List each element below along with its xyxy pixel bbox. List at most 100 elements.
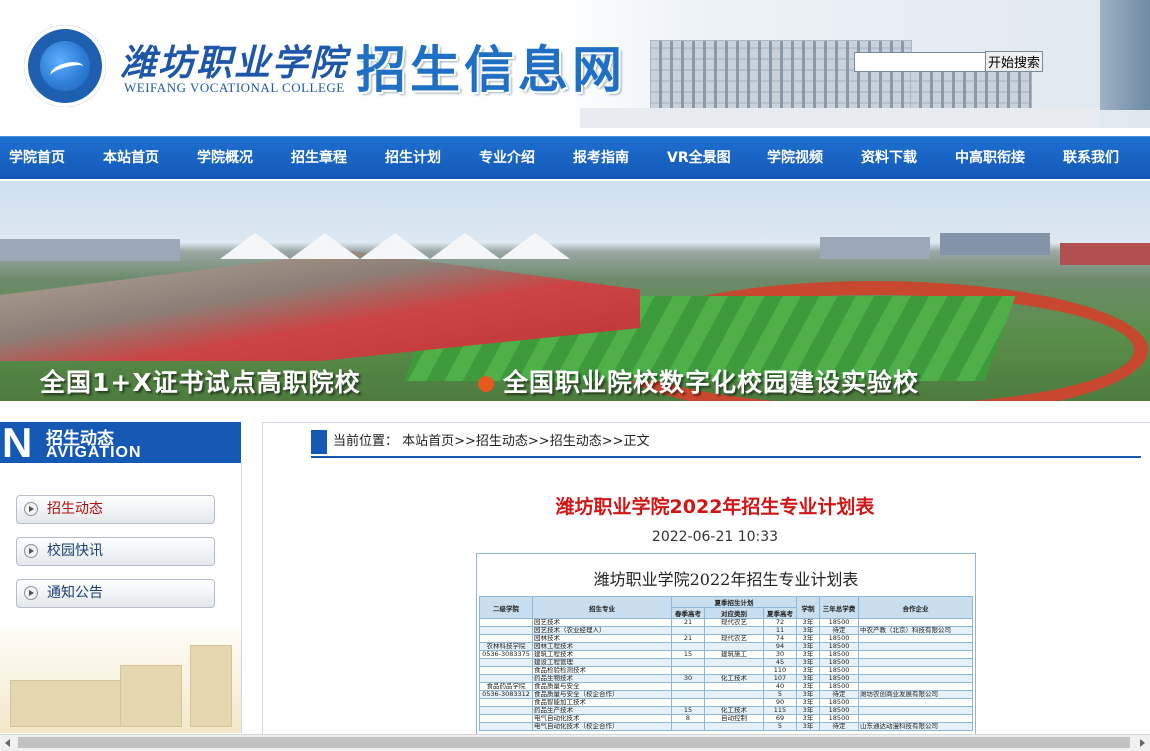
table-row: 药品生产技术 15 化工技术 115 3年 18500 (479, 706, 973, 715)
header-tower-image (1100, 0, 1150, 110)
table-cell (858, 698, 973, 707)
plan-table-image: 潍坊职业学院2022年招生专业计划表 二级学院 招生专业 夏季招生计划 学制 三… (476, 553, 976, 735)
table-cell: 建筑施工 (704, 650, 764, 659)
table-row: 药品生物技术 30 化工技术 107 3年 18500 (479, 674, 973, 683)
table-cell (671, 642, 705, 651)
table-cell (704, 690, 764, 699)
table-cell (858, 666, 973, 675)
nav-video[interactable]: 学院视频 (767, 137, 823, 179)
table-cell: 3年 (796, 634, 820, 643)
scroll-right-icon[interactable] (1140, 739, 1145, 747)
scrollbar-thumb[interactable] (18, 737, 1130, 748)
nav-vr[interactable]: VR全景图 (667, 137, 731, 179)
table-cell: 15 (671, 650, 705, 659)
table-cell (858, 618, 973, 627)
table-header: 二级学院 (479, 596, 533, 619)
search-button[interactable]: 开始搜索 (985, 51, 1044, 72)
table-row: 园林技术 21 现代农艺 74 3年 18500 (479, 634, 973, 643)
table-row: 食品药品学院 食品质量与安全 40 3年 18500 (479, 682, 973, 691)
table-cell: 18500 (819, 682, 859, 691)
table-cell: 建设工程管理 (532, 658, 672, 667)
table-cell (671, 698, 705, 707)
table-cell: 化工技术 (704, 706, 764, 715)
table-cell: 5 (763, 722, 797, 731)
table-header: 招生专业 (532, 596, 672, 619)
table-cell: 18500 (819, 674, 859, 683)
table-cell: 3年 (796, 618, 820, 627)
nav-home-college[interactable]: 学院首页 (9, 137, 65, 179)
table-cell: 自动控制 (704, 714, 764, 723)
campus-building (120, 665, 182, 727)
table-cell: 8 (671, 714, 705, 723)
table-cell (671, 682, 705, 691)
table-cell (858, 674, 973, 683)
table-row: 农林科技学院 园林工程技术 94 3年 18500 (479, 642, 973, 651)
logo-emblem-icon (40, 41, 90, 91)
table-cell: 现代农艺 (704, 618, 764, 627)
table-cell (671, 626, 705, 635)
table-cell: 18500 (819, 714, 859, 723)
nav-guide[interactable]: 报考指南 (573, 137, 629, 179)
nav-charter[interactable]: 招生章程 (291, 137, 347, 179)
main-nav: 学院首页 本站首页 学院概况 招生章程 招生计划 专业介绍 报考指南 VR全景图… (0, 136, 1150, 179)
table-header: 夏季高考 (763, 607, 797, 619)
article-date: 2022-06-21 10:33 (651, 529, 779, 545)
table-cell (858, 714, 973, 723)
table-cell (704, 722, 764, 731)
nav-contact[interactable]: 联系我们 (1063, 137, 1119, 179)
table-cell (858, 642, 973, 651)
table-cell (704, 666, 764, 675)
campus-building (10, 680, 122, 727)
nav-home-site[interactable]: 本站首页 (103, 137, 159, 179)
table-cell: 食品检验检测技术 (532, 666, 672, 675)
horizontal-scrollbar[interactable] (0, 734, 1150, 751)
table-cell (704, 658, 764, 667)
breadcrumb: 当前位置： 本站首页>>招生动态>>招生动态>>正文 (311, 430, 1141, 458)
breadcrumb-text[interactable]: 当前位置： 本站首页>>招生动态>>招生动态>>正文 (333, 430, 650, 454)
table-cell: 3年 (796, 674, 820, 683)
banner-slogan-1: 全国1+X证书试点高职院校 (40, 368, 361, 397)
table-cell: 3年 (796, 682, 820, 691)
table-cell: 18500 (819, 650, 859, 659)
college-logo[interactable] (24, 25, 106, 107)
table-cell: 3年 (796, 722, 820, 731)
table-cell: 45 (763, 658, 797, 667)
banner-building (0, 239, 180, 261)
nav-plan[interactable]: 招生计划 (385, 137, 441, 179)
table-cell: 21 (671, 634, 705, 643)
nav-majors[interactable]: 专业介绍 (479, 137, 535, 179)
table-cell: 94 (763, 642, 797, 651)
sidebar-item-notices[interactable]: 通知公告 (16, 579, 215, 608)
table-row: 园艺技术（农业经理人） 11 3年 待定 中农产教（北京）科技有限公司 (479, 626, 973, 635)
campus-building (190, 645, 232, 727)
header-ground-image (580, 108, 1100, 128)
nav-bridge[interactable]: 中高职衔接 (955, 137, 1025, 179)
nav-overview[interactable]: 学院概况 (197, 137, 253, 179)
banner-slogan-2: 全国职业院校数字化校园建设实验校 (503, 368, 920, 397)
table-cell (671, 722, 705, 731)
table-cell: 30 (671, 674, 705, 683)
table-cell (479, 714, 533, 723)
banner-canopy (220, 233, 570, 259)
table-cell (671, 690, 705, 699)
site-title: 招生信息网 (356, 41, 626, 99)
nav-downloads[interactable]: 资料下载 (861, 137, 917, 179)
table-cell: 食品质量与安全（校企合作） (532, 690, 672, 699)
article-title: 潍坊职业学院2022年招生专业计划表 (555, 496, 875, 518)
table-cell: 15 (671, 706, 705, 715)
table-cell (704, 642, 764, 651)
table-cell (479, 706, 533, 715)
search-input[interactable] (854, 52, 990, 72)
table-cell (858, 658, 973, 667)
table-cell: 18500 (819, 706, 859, 715)
table-cell: 18500 (819, 618, 859, 627)
table-cell: 药品生产技术 (532, 706, 672, 715)
table-cell (479, 674, 533, 683)
table-cell (704, 682, 764, 691)
table-cell (858, 706, 973, 715)
scroll-left-icon[interactable] (5, 739, 10, 747)
table-cell: 115 (763, 706, 797, 715)
table-header: 对应类别 (704, 607, 764, 619)
table-cell: 110 (763, 666, 797, 675)
sidebar-item-label: 通知公告 (47, 585, 103, 601)
